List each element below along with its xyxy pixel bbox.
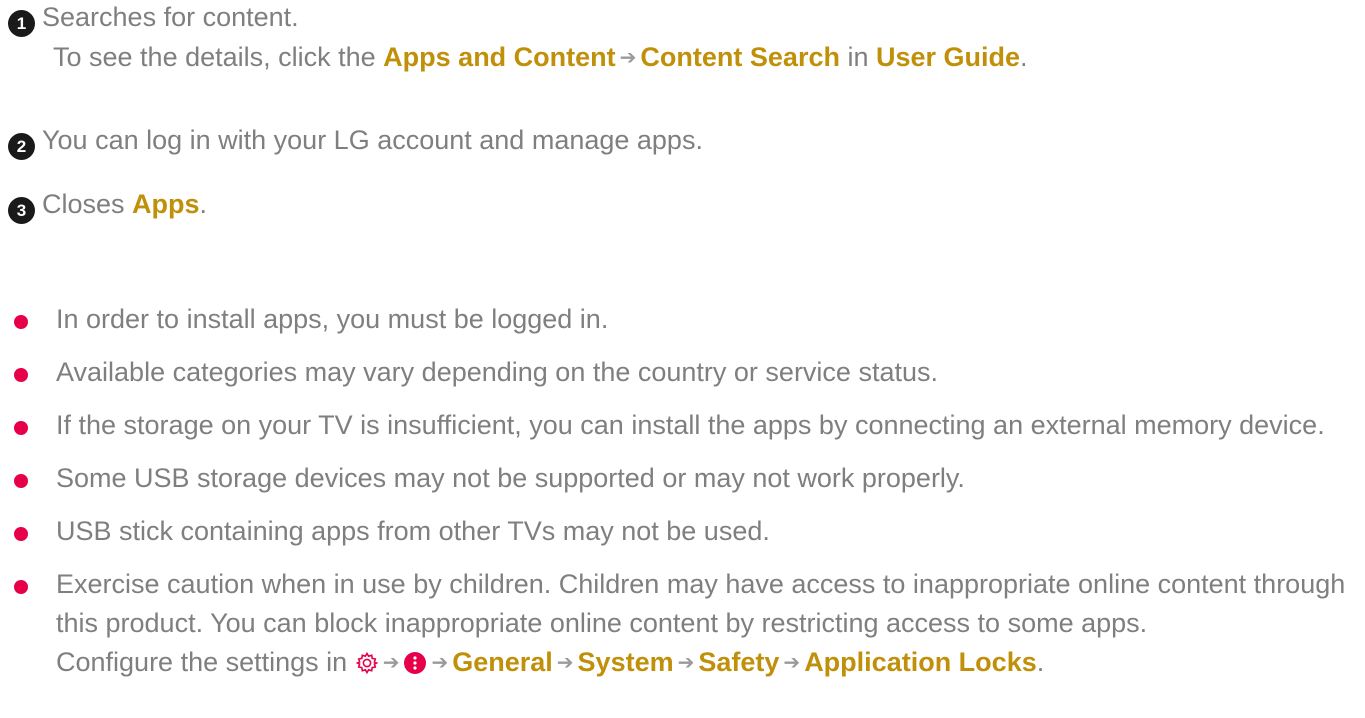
arrow-icon: ➔	[431, 652, 449, 674]
note-text: Exercise caution when in use by children…	[56, 569, 1346, 638]
note-text: Some USB storage devices may not be supp…	[56, 463, 965, 493]
arrow-icon: ➔	[382, 652, 400, 674]
link-user-guide[interactable]: User Guide	[876, 42, 1020, 72]
note-text: Available categories may vary depending …	[56, 357, 938, 387]
link-apps-and-content[interactable]: Apps and Content	[383, 42, 615, 72]
callout-1: 1 Searches for content. To see the detail…	[8, 0, 1028, 80]
link-apps[interactable]: Apps	[132, 189, 200, 219]
settings-path: Configure the settings in ➔ ➔ General ➔ Syst…	[56, 647, 1044, 677]
number-badge-2: 2	[8, 133, 35, 160]
arrow-icon: ➔	[783, 652, 801, 674]
details-middle: in	[839, 42, 876, 72]
list-item: Some USB storage devices may not be supp…	[14, 459, 1354, 498]
bullet-icon	[14, 527, 28, 541]
list-item: In order to install apps, you must be lo…	[14, 300, 1354, 339]
callout-2: 2 You can log in with your LG account and…	[8, 120, 703, 160]
path-system[interactable]: System	[578, 647, 674, 677]
list-item: Exercise caution when in use by children…	[14, 565, 1354, 686]
arrow-icon: ➔	[556, 652, 574, 674]
callout-3-prefix: Closes	[42, 189, 133, 219]
path-general[interactable]: General	[452, 647, 553, 677]
gear-icon[interactable]	[355, 647, 379, 686]
more-options-icon[interactable]	[403, 647, 427, 686]
link-content-search[interactable]: Content Search	[640, 42, 840, 72]
list-item: Available categories may vary depending …	[14, 353, 1354, 392]
path-safety[interactable]: Safety	[698, 647, 779, 677]
arrow-icon: ➔	[677, 652, 695, 674]
bullet-icon	[14, 580, 28, 594]
list-item: If the storage on your TV is insufficien…	[14, 406, 1354, 445]
callout-3-suffix: .	[199, 189, 208, 219]
path-application-locks[interactable]: Application Locks	[804, 647, 1037, 677]
number-badge-1: 1	[8, 10, 35, 37]
number-badge-3: 3	[8, 197, 35, 224]
note-text: In order to install apps, you must be lo…	[56, 304, 609, 334]
bullet-icon	[14, 421, 28, 435]
arrow-icon: ➔	[619, 47, 637, 69]
callout-2-text: You can log in with your LG account and …	[42, 125, 703, 155]
bullet-icon	[14, 368, 28, 382]
note-text: If the storage on your TV is insufficien…	[56, 410, 1325, 440]
details-suffix: .	[1020, 42, 1028, 72]
details-prefix: To see the details, click the	[53, 42, 384, 72]
callout-1-details: To see the details, click the Apps and C…	[8, 37, 1028, 80]
callout-3: 3 Closes Apps.	[8, 184, 207, 224]
list-item: USB stick containing apps from other TVs…	[14, 512, 1354, 551]
notes-list: In order to install apps, you must be lo…	[14, 300, 1354, 700]
note-text: USB stick containing apps from other TVs…	[56, 516, 770, 546]
settings-prefix: Configure the settings in	[56, 647, 355, 677]
settings-suffix: .	[1036, 647, 1045, 677]
bullet-icon	[14, 474, 28, 488]
callout-1-text: Searches for content.	[42, 2, 299, 32]
bullet-icon	[14, 315, 28, 329]
